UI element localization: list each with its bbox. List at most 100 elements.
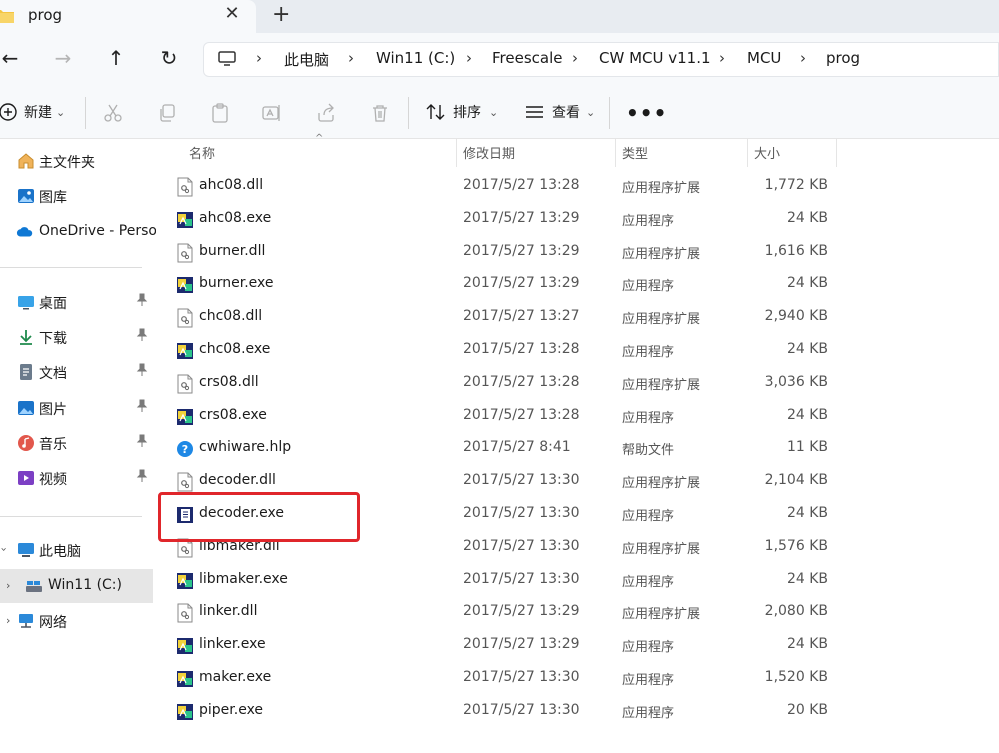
table-row[interactable]: linker.dll 2017/5/27 13:29 应用程序扩展 2,080 KB xyxy=(156,596,999,629)
file-name: cwhiware.hlp xyxy=(199,439,292,456)
chevron-right-icon[interactable]: › xyxy=(6,579,10,592)
file-date: 2017/5/27 13:28 xyxy=(463,373,580,390)
sidebar-item-documents[interactable]: 文档 xyxy=(0,355,153,389)
gallery-icon xyxy=(18,189,34,203)
table-row[interactable]: libmaker.exe 2017/5/27 13:30 应用程序 24 KB xyxy=(156,564,999,597)
breadcrumb-separator: › xyxy=(800,49,806,67)
pin-icon[interactable] xyxy=(135,434,149,448)
file-size: 20 KB xyxy=(786,701,828,718)
table-row[interactable]: burner.exe 2017/5/27 13:29 应用程序 24 KB xyxy=(156,268,999,301)
breadcrumb-item[interactable]: CW MCU v11.1 xyxy=(599,49,711,67)
sidebar-item-drive-c[interactable]: › Win11 (C:) xyxy=(0,569,153,603)
copy-icon[interactable] xyxy=(157,103,177,123)
column-divider[interactable] xyxy=(747,139,748,167)
navigation-bar: ← → ↑ ↻ › 此电脑 › Win11 (C:) › Freescale ›… xyxy=(0,33,999,85)
sidebar-item-label: 图片 xyxy=(39,402,67,418)
delete-icon[interactable] xyxy=(370,103,390,123)
file-name: linker.exe xyxy=(199,636,266,653)
sidebar-item-label: OneDrive - Persor xyxy=(39,223,163,239)
sidebar-item-videos[interactable]: 视频 xyxy=(0,461,153,495)
tab-prog[interactable]: prog ✕ xyxy=(0,0,256,33)
table-row[interactable]: linker.exe 2017/5/27 13:29 应用程序 24 KB xyxy=(156,629,999,662)
up-button[interactable]: ↑ xyxy=(103,45,129,71)
dll-file-icon xyxy=(176,603,194,623)
share-icon[interactable] xyxy=(316,103,336,123)
view-button[interactable]: 查看 ⌄ xyxy=(524,99,595,125)
dll-file-icon xyxy=(176,177,194,197)
file-type: 应用程序扩展 xyxy=(622,541,701,557)
sidebar-item-gallery[interactable]: 图库 xyxy=(0,179,153,213)
sidebar-item-downloads[interactable]: 下载 xyxy=(0,320,153,354)
breadcrumb-item[interactable]: Win11 (C:) xyxy=(376,49,455,67)
file-date: 2017/5/27 13:28 xyxy=(463,341,580,357)
tab-title: prog xyxy=(28,6,63,24)
sidebar-item-desktop[interactable]: 桌面 xyxy=(0,285,153,319)
file-name: chc08.exe xyxy=(199,341,271,357)
pin-icon[interactable] xyxy=(135,328,149,342)
breadcrumb-separator: › xyxy=(466,49,472,67)
new-button[interactable]: 新建 ⌄ xyxy=(0,99,65,125)
table-row[interactable]: ahc08.exe 2017/5/27 13:29 应用程序 24 KB xyxy=(156,203,999,236)
computer-icon xyxy=(18,543,34,557)
breadcrumb-item[interactable]: Freescale xyxy=(492,49,562,67)
file-size: 24 KB xyxy=(786,636,828,653)
dll-file-icon xyxy=(176,243,194,263)
chevron-down-icon: ⌄ xyxy=(586,105,596,119)
table-row[interactable]: chc08.exe 2017/5/27 13:28 应用程序 24 KB xyxy=(156,334,999,367)
sidebar-item-music[interactable]: 音乐 xyxy=(0,426,153,460)
cut-icon[interactable] xyxy=(103,103,123,123)
exe-file-icon xyxy=(176,669,194,689)
breadcrumb-item[interactable]: MCU xyxy=(747,49,781,67)
close-tab-button[interactable]: ✕ xyxy=(224,4,240,24)
column-divider[interactable] xyxy=(456,139,457,167)
back-button[interactable]: ← xyxy=(0,45,23,71)
column-divider[interactable] xyxy=(615,139,616,167)
pin-icon[interactable] xyxy=(135,399,149,413)
table-row[interactable]: crs08.dll 2017/5/27 13:28 应用程序扩展 3,036 KB xyxy=(156,367,999,400)
breadcrumb-item[interactable]: prog xyxy=(826,49,860,67)
column-divider[interactable] xyxy=(836,139,837,167)
file-size: 24 KB xyxy=(786,275,828,292)
sidebar-item-this-pc[interactable]: › 此电脑 xyxy=(0,533,153,567)
table-row[interactable]: maker.exe 2017/5/27 13:30 应用程序 1,520 KB xyxy=(156,662,999,695)
sidebar-item-home[interactable]: 主文件夹 xyxy=(0,144,153,178)
column-header-size[interactable]: 大小 xyxy=(754,143,780,162)
dll-file-icon xyxy=(176,374,194,394)
rename-icon[interactable] xyxy=(262,103,282,123)
new-tab-button[interactable]: + xyxy=(272,3,290,27)
chevron-right-icon[interactable]: › xyxy=(6,614,10,627)
paste-icon[interactable] xyxy=(210,102,230,124)
chevron-down-icon[interactable]: › xyxy=(0,547,11,551)
forward-button[interactable]: → xyxy=(50,45,76,71)
file-type: 应用程序扩展 xyxy=(622,476,701,492)
file-date: 2017/5/27 13:30 xyxy=(463,701,580,718)
table-row[interactable]: ahc08.dll 2017/5/27 13:28 应用程序扩展 1,772 KB xyxy=(156,170,999,203)
sort-label: 排序 xyxy=(453,105,481,121)
refresh-button[interactable]: ↻ xyxy=(156,45,182,71)
more-options-button[interactable]: ••• xyxy=(626,101,667,125)
column-header-date[interactable]: 修改日期 xyxy=(463,143,515,162)
table-row[interactable]: ? cwhiware.hlp 2017/5/27 8:41 帮助文件 11 KB xyxy=(156,432,999,465)
sidebar-item-onedrive[interactable]: OneDrive - Persor xyxy=(0,215,163,249)
column-header-type[interactable]: 类型 xyxy=(622,143,648,162)
drive-icon xyxy=(26,581,42,592)
address-bar[interactable]: › 此电脑 › Win11 (C:) › Freescale › CW MCU … xyxy=(203,42,999,77)
sidebar-item-pictures[interactable]: 图片 xyxy=(0,391,153,425)
file-name: chc08.dll xyxy=(199,308,263,325)
sort-button[interactable]: 排序 ⌄ xyxy=(425,99,498,125)
pin-icon[interactable] xyxy=(135,293,149,307)
exe-file-icon xyxy=(176,341,194,361)
exe-file-icon xyxy=(176,275,194,295)
breadcrumb-separator: › xyxy=(719,49,725,67)
table-row[interactable]: crs08.exe 2017/5/27 13:28 应用程序 24 KB xyxy=(156,400,999,433)
table-row[interactable]: burner.dll 2017/5/27 13:29 应用程序扩展 1,616 KB xyxy=(156,236,999,269)
table-row[interactable]: piper.exe 2017/5/27 13:30 应用程序 20 KB xyxy=(156,695,999,728)
table-row[interactable]: chc08.dll 2017/5/27 13:27 应用程序扩展 2,940 KB xyxy=(156,301,999,334)
sidebar-item-label: 主文件夹 xyxy=(39,155,95,171)
home-icon xyxy=(18,153,34,169)
breadcrumb-item[interactable]: 此电脑 xyxy=(284,49,329,70)
sidebar-item-network[interactable]: › 网络 xyxy=(0,604,153,638)
pin-icon[interactable] xyxy=(135,363,149,377)
pin-icon[interactable] xyxy=(135,469,149,483)
column-header-name[interactable]: 名称 xyxy=(189,143,215,162)
